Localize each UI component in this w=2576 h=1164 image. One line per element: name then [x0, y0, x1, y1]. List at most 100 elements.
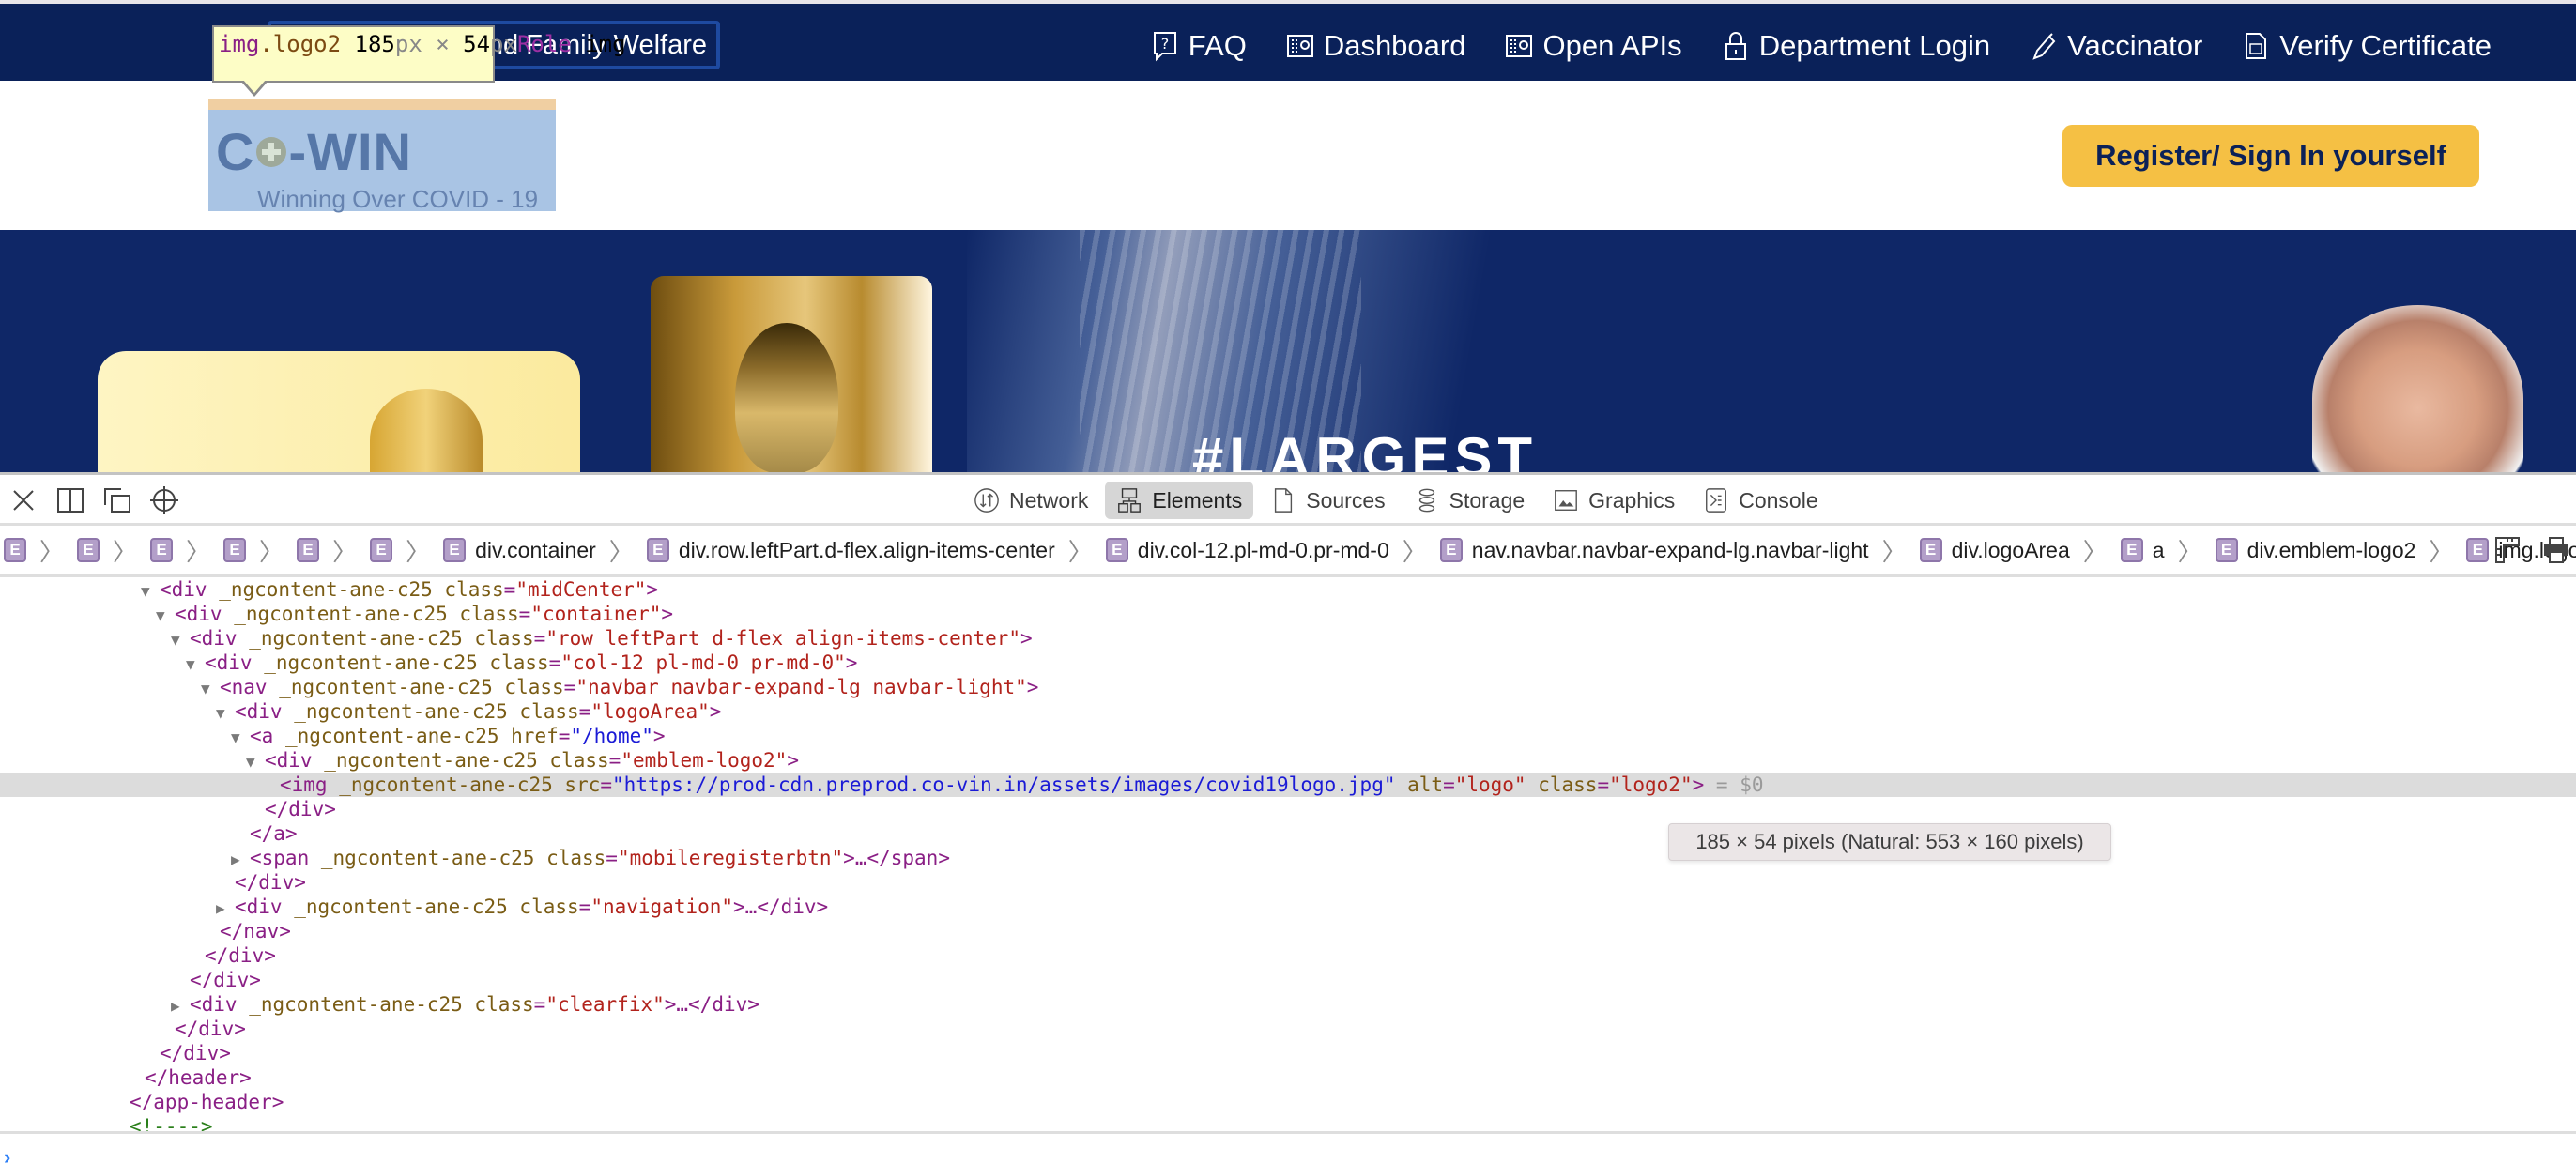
dom-node[interactable]: </div> — [0, 943, 2576, 968]
breadcrumb-item[interactable]: Enav.navbar.navbar-expand-lg.navbar-ligh… — [1439, 538, 1869, 563]
breadcrumb-item[interactable]: E — [4, 538, 26, 562]
dom-token-tag: <div — [175, 603, 235, 625]
dom-token-attr: _ngcontent-ane-c25 class — [249, 627, 534, 650]
dom-node[interactable]: </div> — [0, 870, 2576, 895]
dom-node[interactable]: </nav> — [0, 919, 2576, 943]
logo-title: C -WIN — [216, 121, 412, 182]
console-prompt[interactable]: › — [0, 1131, 2576, 1164]
dom-node[interactable]: </header> — [0, 1065, 2576, 1090]
nav-department-login-label: Department Login — [1758, 29, 1991, 62]
dom-node[interactable]: ▶ <div _ngcontent-ane-c25 class="navigati… — [0, 895, 2576, 919]
disclosure-expanded-icon[interactable]: ▼ — [231, 726, 250, 750]
dom-node[interactable]: </a> — [0, 821, 2576, 846]
tab-console[interactable]: Console — [1692, 482, 1829, 519]
disclosure-collapsed-icon[interactable]: ▶ — [231, 848, 250, 872]
dom-token-attr: _ngcontent-ane-c25 class — [320, 847, 606, 869]
element-badge-icon: E — [646, 538, 669, 562]
breadcrumb-item[interactable]: E — [77, 538, 100, 562]
dom-token-tag: </div> — [190, 969, 261, 991]
breadcrumb-separator-icon: 〉 — [1402, 537, 1427, 566]
dom-node[interactable]: ▶ <div _ngcontent-ane-c25 class="clearfix… — [0, 992, 2576, 1017]
image-size-tooltip: 185 × 54 pixels (Natural: 553 × 160 pixe… — [1668, 823, 2111, 861]
register-sign-in-button[interactable]: Register/ Sign In yourself — [2062, 125, 2479, 187]
nav-dashboard[interactable]: Dashboard — [1286, 29, 1465, 63]
dom-token-val: "logo2" — [1609, 773, 1693, 796]
breadcrumb-item[interactable]: Ediv.logoArea — [1919, 538, 2070, 563]
dom-node[interactable]: ▼ <div _ngcontent-ane-c25 class="emblem-l… — [0, 748, 2576, 773]
disclosure-collapsed-icon[interactable]: ▶ — [171, 994, 190, 1018]
tooltip-width-unit: px — [394, 31, 422, 57]
dom-token-tag: > — [787, 749, 799, 772]
banner-image-vaccine — [98, 351, 580, 472]
nav-vaccinator[interactable]: Vaccinator — [2030, 29, 2202, 63]
nav-verify-certificate[interactable]: Verify Certificate — [2242, 29, 2492, 63]
nav-open-apis[interactable]: Open APIs — [1505, 29, 1682, 63]
dom-node[interactable]: ▶ <span _ngcontent-ane-c25 class="mobiler… — [0, 846, 2576, 870]
dom-node[interactable]: ▼ <div _ngcontent-ane-c25 class="midCente… — [0, 577, 2576, 602]
dom-node[interactable]: </div> — [0, 1017, 2576, 1041]
element-picker-button[interactable] — [148, 484, 180, 516]
dom-node[interactable]: ▼ <div _ngcontent-ane-c25 class="col-12 p… — [0, 651, 2576, 675]
dom-token-eq: = — [548, 651, 561, 674]
nav-faq[interactable]: ? FAQ — [1151, 29, 1247, 63]
dom-token-eq: = — [558, 725, 571, 747]
disclosure-expanded-icon[interactable]: ▼ — [141, 579, 160, 604]
dom-node[interactable]: </div> — [0, 1041, 2576, 1065]
breadcrumb-item[interactable]: E — [150, 538, 174, 562]
dom-node[interactable]: ▼ <nav _ngcontent-ane-c25 class="navbar n… — [0, 675, 2576, 699]
dock-side-button[interactable] — [54, 484, 86, 516]
breadcrumb-label: div.container — [475, 537, 596, 562]
syringe-icon — [2032, 33, 2056, 60]
tab-elements[interactable]: Elements — [1105, 482, 1254, 519]
dom-node-selected[interactable]: <img _ngcontent-ane-c25 src="https://pro… — [0, 773, 2576, 797]
breadcrumb-item[interactable]: E — [223, 538, 247, 562]
tab-graphics[interactable]: Graphics — [1541, 482, 1686, 519]
breadcrumb-separator-icon: 〉 — [406, 537, 431, 566]
disclosure-expanded-icon[interactable]: ▼ — [171, 628, 190, 652]
dom-token-val: "logoArea" — [590, 700, 710, 723]
dom-node[interactable]: ▼ <div _ngcontent-ane-c25 class="row left… — [0, 626, 2576, 651]
disclosure-expanded-icon[interactable]: ▼ — [246, 750, 265, 774]
dom-token-tag: <div — [190, 627, 250, 650]
disclosure-expanded-icon[interactable]: ▼ — [201, 677, 220, 701]
dom-token-tag: <a — [250, 725, 285, 747]
elements-icon — [1118, 488, 1142, 513]
disclosure-expanded-icon[interactable]: ▼ — [186, 652, 205, 677]
dom-node[interactable]: ▼ <a _ngcontent-ane-c25 href="/home"> — [0, 724, 2576, 748]
dom-node[interactable]: ▼ <div _ngcontent-ane-c25 class="containe… — [0, 602, 2576, 626]
tab-storage[interactable]: Storage — [1403, 482, 1537, 519]
dom-token-tag: >…</div> — [664, 993, 759, 1016]
dom-token-val: "mobileregisterbtn" — [617, 847, 844, 869]
disclosure-expanded-icon[interactable]: ▼ — [156, 604, 175, 628]
breadcrumb-item[interactable]: E — [370, 538, 393, 562]
tab-sources[interactable]: Sources — [1259, 482, 1396, 519]
dom-token-tag: > — [1692, 773, 1705, 796]
dom-token-eq: = — [503, 578, 516, 601]
dom-node[interactable]: ▼ <div _ngcontent-ane-c25 class="logoArea… — [0, 699, 2576, 724]
breadcrumb-item[interactable]: Ediv.container — [443, 538, 596, 563]
hero-banner: #LARGEST — [0, 230, 2576, 472]
disclosure-expanded-icon[interactable]: ▼ — [216, 701, 235, 726]
logo-title-win: -WIN — [288, 122, 412, 181]
dock-side-icon — [57, 488, 84, 513]
breadcrumb-separator-icon: 〉 — [186, 537, 211, 566]
tab-network[interactable]: Network — [962, 482, 1099, 519]
breadcrumb-item[interactable]: Ediv.col-12.pl-md-0.pr-md-0 — [1105, 538, 1389, 563]
breadcrumb-item[interactable]: Ea — [2120, 538, 2165, 563]
breadcrumb-item[interactable]: E — [297, 538, 320, 562]
print-styles-button[interactable] — [2542, 535, 2570, 565]
dom-node[interactable]: </div> — [0, 968, 2576, 992]
dom-token-tag: >…</div> — [733, 896, 829, 918]
dom-node[interactable]: </div> — [0, 797, 2576, 821]
undock-button[interactable] — [101, 484, 133, 516]
cowin-logo[interactable]: C -WIN Winning Over COVID - 19 — [208, 99, 556, 213]
close-devtools-button[interactable] — [8, 484, 39, 516]
nav-department-login[interactable]: Department Login — [1722, 29, 1990, 63]
tooltip-times: × — [436, 31, 450, 57]
breadcrumb-item[interactable]: Ediv.emblem-logo2 — [2215, 538, 2415, 563]
breadcrumb-item[interactable]: Ediv.row.leftPart.d-flex.align-items-cen… — [646, 538, 1055, 563]
dom-node[interactable]: <!----> — [0, 1114, 2576, 1131]
disclosure-collapsed-icon[interactable]: ▶ — [216, 896, 235, 921]
dom-node[interactable]: </app-header> — [0, 1090, 2576, 1114]
layout-rulers-button[interactable] — [2493, 535, 2522, 565]
